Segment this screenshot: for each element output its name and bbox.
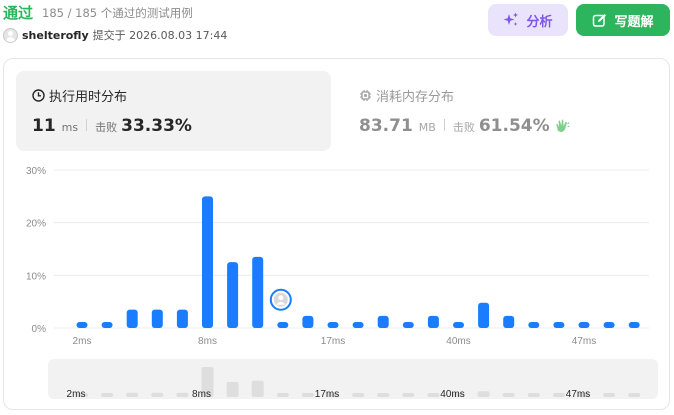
chart-bar[interactable] [377, 315, 389, 328]
analyze-button[interactable]: 分析 [488, 4, 568, 36]
mini-bar [226, 382, 239, 397]
mini-bar [603, 393, 616, 397]
chart-bar[interactable] [427, 315, 439, 328]
performance-card: 执行用时分布 11 ms 击败 33.33% 消耗内存分布 83.71 MB 击… [3, 58, 670, 410]
mini-bar [377, 393, 390, 397]
edit-icon [593, 13, 607, 27]
chart-bar[interactable] [553, 322, 565, 328]
chart-bar[interactable] [76, 322, 88, 328]
mini-bar [477, 391, 490, 397]
range-label: 47ms [566, 389, 590, 400]
range-label: 17ms [315, 389, 339, 400]
y-tick-label: 0% [32, 324, 47, 335]
testcase-summary: 185 / 185 个通过的测试用例 [42, 6, 193, 20]
chart-bar[interactable] [277, 322, 289, 328]
mini-bar [527, 393, 540, 397]
y-tick-label: 20% [26, 219, 46, 230]
chart-bar[interactable] [302, 315, 314, 328]
y-tick-label: 30% [26, 166, 46, 177]
mini-bar [176, 392, 189, 397]
chart-bar[interactable] [578, 322, 590, 328]
mini-bar [552, 393, 565, 397]
x-tick-label: 40ms [446, 336, 470, 347]
mini-bar [628, 393, 641, 397]
sparkle-icon [503, 12, 519, 26]
mini-bar [151, 392, 164, 397]
write-solution-button[interactable]: 写题解 [576, 4, 670, 36]
chart-bar[interactable] [478, 302, 490, 328]
chart-bar[interactable] [503, 315, 515, 328]
chart-bar[interactable] [176, 309, 188, 328]
chart-bar[interactable] [126, 309, 138, 328]
submitted-time: 提交于 2026.08.03 17:44 [92, 29, 228, 42]
chart-bar[interactable] [402, 322, 414, 328]
chart-bar[interactable] [628, 322, 640, 328]
chart-bar[interactable] [528, 322, 540, 328]
avatar-head [278, 295, 284, 301]
chart-bar[interactable] [327, 322, 339, 328]
range-label: 40ms [440, 389, 464, 400]
runtime-distribution-chart: 30% 20% 10% 0% 2ms 8ms 17ms 40ms 47ms 2ms 8ms 17ms 4… [26, 166, 649, 400]
submission-status: 通过 [3, 4, 34, 22]
author-row: shelterofly 提交于 2026.08.03 17:44 [3, 27, 227, 43]
author-name[interactable]: shelterofly [22, 29, 89, 42]
mini-bar [301, 393, 314, 397]
mini-bar [251, 380, 264, 397]
chart-bar[interactable] [101, 322, 113, 328]
chart-bar[interactable] [453, 322, 464, 328]
avatar[interactable] [3, 27, 18, 43]
write-solution-label: 写题解 [614, 14, 654, 30]
mini-bar [126, 392, 139, 397]
range-label: 2ms [67, 389, 86, 400]
x-tick-label: 47ms [572, 336, 596, 347]
mini-bar [276, 393, 289, 397]
x-tick-label: 17ms [321, 336, 345, 347]
mini-bar [502, 393, 515, 397]
chart-bar[interactable] [603, 322, 615, 328]
mini-bar [427, 393, 440, 397]
chart-bar[interactable] [227, 262, 239, 328]
y-tick-label: 10% [26, 271, 46, 282]
x-tick-label: 2ms [73, 336, 92, 347]
mini-bar [101, 393, 114, 397]
mini-bar [402, 393, 415, 397]
chart-bar[interactable] [252, 256, 264, 328]
chart-bar[interactable] [352, 322, 364, 328]
analyze-label: 分析 [526, 14, 553, 30]
chart-bar[interactable] [151, 309, 163, 328]
range-label: 8ms [192, 389, 211, 400]
mini-bar [352, 393, 365, 397]
x-tick-label: 8ms [198, 336, 217, 347]
chart-bar[interactable] [202, 196, 213, 328]
